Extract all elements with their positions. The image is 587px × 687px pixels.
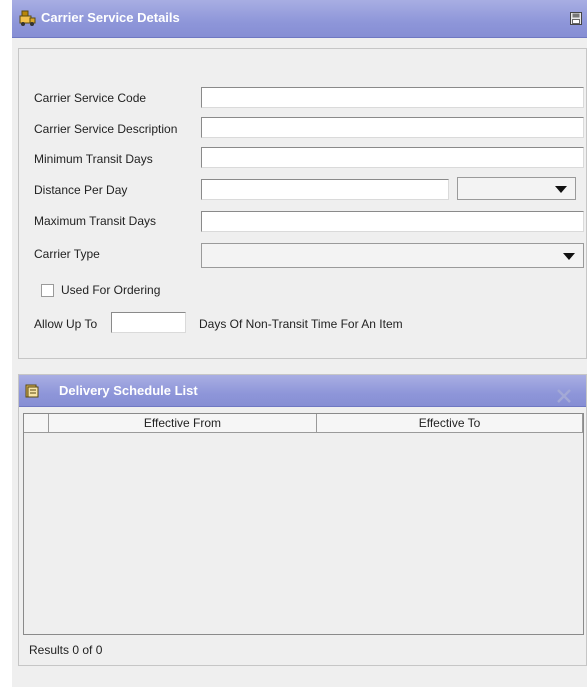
close-icon[interactable] bbox=[556, 388, 572, 404]
panel-header: Carrier Service Details bbox=[12, 0, 587, 38]
minimum-transit-days-input[interactable] bbox=[201, 147, 584, 168]
page-title: Carrier Service Details bbox=[41, 10, 180, 25]
non-transit-days-text: Days Of Non-Transit Time For An Item bbox=[199, 317, 403, 331]
delivery-schedule-panel: Delivery Schedule List Effective From Ef… bbox=[18, 374, 587, 666]
used-for-ordering-checkbox[interactable] bbox=[41, 284, 54, 297]
carrier-service-description-label: Carrier Service Description bbox=[34, 122, 178, 136]
distance-unit-select[interactable] bbox=[457, 177, 576, 200]
allow-up-to-input[interactable] bbox=[111, 312, 186, 333]
carrier-service-code-label: Carrier Service Code bbox=[34, 91, 147, 105]
carrier-type-select[interactable] bbox=[201, 243, 584, 268]
delivery-schedule-header: Delivery Schedule List bbox=[19, 375, 586, 407]
distance-per-day-label: Distance Per Day bbox=[34, 183, 128, 197]
carrier-service-code-input[interactable] bbox=[201, 87, 584, 108]
carrier-icon bbox=[19, 10, 36, 26]
allow-up-to-label: Allow Up To bbox=[34, 317, 98, 331]
book-icon bbox=[25, 384, 39, 398]
save-icon[interactable] bbox=[570, 12, 582, 25]
carrier-service-details-screen: Carrier Service Details Carrier Service … bbox=[12, 0, 587, 687]
carrier-type-label: Carrier Type bbox=[34, 247, 100, 261]
maximum-transit-days-label: Maximum Transit Days bbox=[34, 214, 157, 228]
chevron-down-icon bbox=[555, 186, 567, 193]
minimum-transit-days-label: Minimum Transit Days bbox=[34, 152, 153, 166]
row-selector-header bbox=[24, 414, 49, 433]
column-header-effective-from[interactable]: Effective From bbox=[49, 414, 317, 433]
results-count: Results 0 of 0 bbox=[29, 643, 103, 657]
column-header-effective-to[interactable]: Effective To bbox=[317, 414, 583, 433]
distance-per-day-input[interactable] bbox=[201, 179, 449, 200]
delivery-schedule-title: Delivery Schedule List bbox=[59, 383, 198, 398]
carrier-service-description-input[interactable] bbox=[201, 117, 584, 138]
maximum-transit-days-input[interactable] bbox=[201, 211, 584, 232]
delivery-schedule-table: Effective From Effective To bbox=[23, 413, 584, 635]
chevron-down-icon bbox=[563, 253, 575, 260]
carrier-service-form: Carrier Service Code Carrier Service Des… bbox=[18, 48, 587, 359]
used-for-ordering-label: Used For Ordering bbox=[61, 283, 161, 297]
